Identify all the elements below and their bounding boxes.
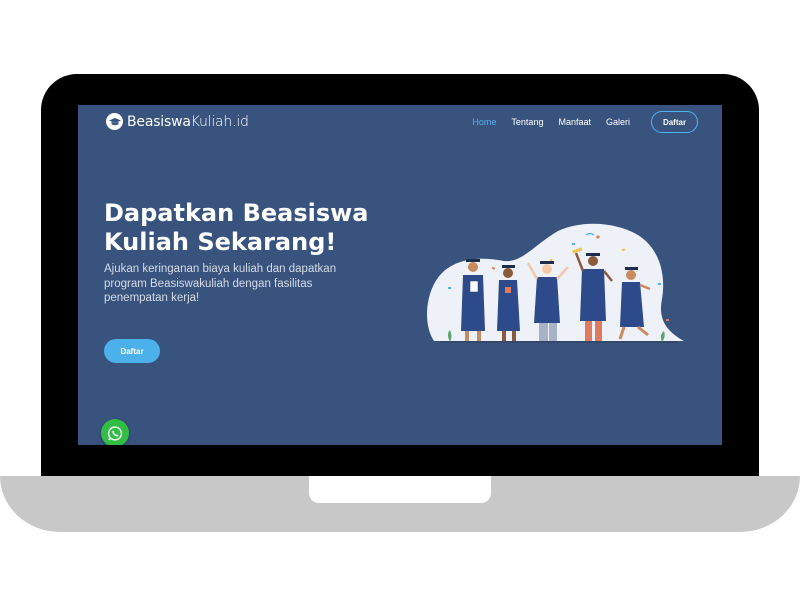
- nav-menu: Home Tentang Manfaat Galeri Daftar: [472, 111, 698, 133]
- nav-daftar-button[interactable]: Daftar: [651, 111, 698, 133]
- nav-link-manfaat[interactable]: Manfaat: [558, 117, 591, 127]
- brand-logo-link[interactable]: BeasiswaKuliah.id: [106, 113, 249, 130]
- nav-link-tentang[interactable]: Tentang: [511, 117, 543, 127]
- nav-link-home[interactable]: Home: [472, 117, 496, 127]
- whatsapp-icon: [107, 425, 122, 440]
- graduation-cap-icon: [106, 113, 123, 130]
- hero-title: Dapatkan Beasiswa Kuliah Sekarang!: [104, 199, 394, 257]
- hero-title-line2: Kuliah Sekarang!: [104, 228, 337, 256]
- brand-name: BeasiswaKuliah.id: [127, 114, 249, 130]
- brand-name-bold: Beasiswa: [127, 113, 191, 130]
- laptop-notch: [309, 476, 491, 503]
- nav-link-galeri[interactable]: Galeri: [606, 117, 630, 127]
- brand-name-light: Kuliah.id: [190, 113, 249, 130]
- graduates-illustration-icon: [422, 223, 684, 347]
- whatsapp-button[interactable]: [101, 419, 129, 445]
- hero-subtitle: Ajukan keringanan biaya kuliah dan dapat…: [104, 263, 337, 304]
- top-navbar: BeasiswaKuliah.id Home Tentang Manfaat G…: [78, 105, 722, 139]
- hero-daftar-button[interactable]: Daftar: [104, 339, 160, 363]
- website-screen: BeasiswaKuliah.id Home Tentang Manfaat G…: [78, 105, 722, 445]
- hero-title-line1: Dapatkan Beasiswa: [104, 199, 369, 227]
